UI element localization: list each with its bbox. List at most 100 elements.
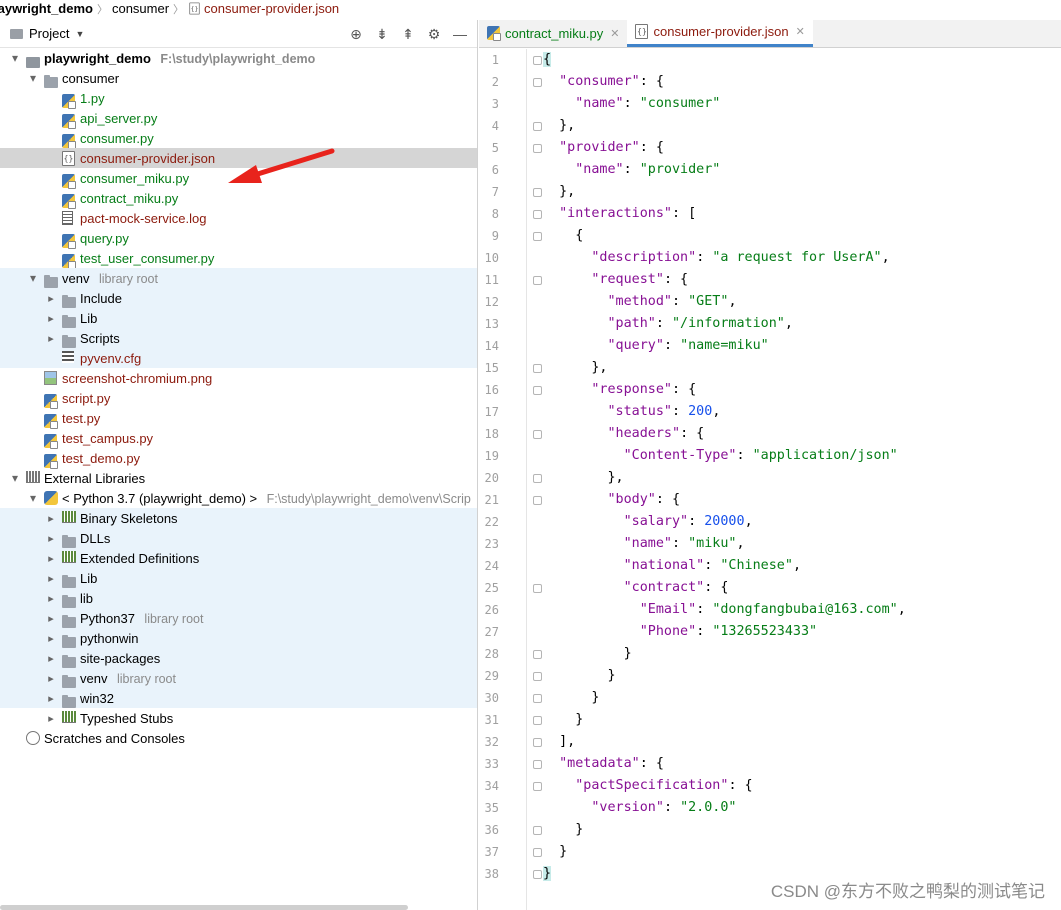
- expand-arrow-icon[interactable]: ▸: [46, 293, 56, 305]
- tree-item[interactable]: consumer.py: [0, 128, 477, 149]
- close-icon[interactable]: ✕: [610, 27, 619, 40]
- tree-item[interactable]: screenshot-chromium.png: [0, 368, 477, 388]
- close-icon[interactable]: ✕: [796, 25, 805, 38]
- tree-item[interactable]: ▸ win32: [0, 688, 477, 708]
- project-tree: ▾ playwright_demo F:\study\playwright_dem…: [0, 48, 477, 748]
- tree-item-label: External Libraries: [44, 471, 145, 486]
- scratch-icon: [26, 731, 40, 745]
- expand-arrow-icon[interactable]: ▸: [46, 613, 56, 625]
- tree-item[interactable]: ▸ site-packages: [0, 648, 477, 668]
- tree-item-name: Scripts: [80, 330, 120, 346]
- collapse-arrow-icon[interactable]: ▾: [28, 271, 38, 285]
- config-file-icon: [62, 351, 74, 363]
- tree-item[interactable]: ▾ External Libraries: [0, 468, 477, 488]
- folder-icon: [44, 274, 58, 288]
- tree-item[interactable]: api_server.py: [0, 108, 477, 129]
- expand-arrow-icon[interactable]: ▸: [46, 653, 56, 665]
- tree-item-label: venv library root: [80, 671, 176, 686]
- collapse-arrow-icon[interactable]: ▾: [28, 491, 38, 505]
- expand-arrow-icon[interactable]: ▸: [46, 553, 56, 565]
- collapse-arrow-icon[interactable]: ▾: [10, 51, 20, 65]
- code-token: },: [543, 360, 608, 375]
- expand-arrow-icon[interactable]: ▸: [46, 533, 56, 545]
- tree-item[interactable]: {} consumer-provider.json: [0, 148, 477, 168]
- expand-arrow-icon[interactable]: ▸: [46, 673, 56, 685]
- library-icon: [62, 551, 76, 563]
- tree-item[interactable]: ▸ Include: [0, 288, 477, 308]
- code-area[interactable]: { "consumer": { "name": "consumer" }, "p…: [527, 49, 1061, 910]
- folder-icon: [62, 654, 76, 668]
- tree-item[interactable]: Scratches and Consoles: [0, 728, 477, 748]
- tree-item[interactable]: ▸ lib: [0, 588, 477, 608]
- tree-item[interactable]: ▸ DLLs: [0, 528, 477, 548]
- tree-item[interactable]: script.py: [0, 388, 477, 409]
- tree-item[interactable]: ▸ Binary Skeletons: [0, 508, 477, 528]
- tree-item[interactable]: ▸ Lib: [0, 308, 477, 328]
- expand-arrow-icon[interactable]: ▸: [46, 513, 56, 525]
- tree-item-name: pact-mock-service.log: [80, 210, 207, 226]
- code-token: "national": [623, 558, 705, 573]
- hide-panel-icon[interactable]: —: [449, 24, 471, 44]
- project-view-selector[interactable]: Project ▼: [10, 26, 84, 41]
- locate-file-icon[interactable]: ⊕: [345, 24, 367, 44]
- tree-item[interactable]: pyvenv.cfg: [0, 348, 477, 368]
- tree-item[interactable]: ▾ venv library root: [0, 268, 477, 288]
- tree-item[interactable]: ▾ consumer: [0, 68, 477, 88]
- code-token: "consumer": [559, 74, 640, 89]
- project-folder-icon: [26, 56, 40, 68]
- code-token: :: [696, 624, 713, 639]
- collapse-arrow-icon[interactable]: ▾: [10, 471, 20, 485]
- tree-item[interactable]: ▾ playwright_demo F:\study\playwright_dem…: [0, 48, 477, 68]
- horizontal-scrollbar[interactable]: [0, 905, 408, 910]
- tree-item[interactable]: ▸ Scripts: [0, 328, 477, 348]
- tab-consumer-provider[interactable]: {} consumer-provider.json ✕: [627, 19, 813, 47]
- code-line: "Email": "dongfangbubai@163.com",: [543, 602, 906, 617]
- tree-item[interactable]: test_user_consumer.py: [0, 248, 477, 269]
- code-token: ,: [897, 602, 906, 617]
- tree-item[interactable]: ▾ < Python 3.7 (playwright_demo) > F:\stu…: [0, 488, 477, 508]
- tree-item[interactable]: test_demo.py: [0, 448, 477, 469]
- expand-arrow-icon[interactable]: ▸: [46, 693, 56, 705]
- tab-contract-miku[interactable]: contract_miku.py ✕: [479, 19, 627, 47]
- expand-arrow-icon[interactable]: ▸: [46, 633, 56, 645]
- tree-item[interactable]: ▸ pythonwin: [0, 628, 477, 648]
- expand-arrow-icon[interactable]: ▸: [46, 713, 56, 725]
- code-token: : {: [680, 426, 705, 441]
- code-line: }: [543, 646, 632, 661]
- tree-item[interactable]: 1.py: [0, 88, 477, 109]
- collapse-arrow-icon[interactable]: ▾: [28, 71, 38, 85]
- code-token: :: [688, 514, 705, 529]
- settings-gear-icon[interactable]: ⚙: [423, 24, 445, 44]
- tree-item[interactable]: ▸ Lib: [0, 568, 477, 588]
- tree-item[interactable]: test.py: [0, 408, 477, 429]
- breadcrumb-item-file[interactable]: {} consumer-provider.json: [188, 1, 339, 16]
- tree-item[interactable]: contract_miku.py: [0, 188, 477, 209]
- code-token: "2.0.0": [680, 800, 737, 815]
- code-token: "consumer": [639, 96, 721, 111]
- expand-arrow-icon[interactable]: ▸: [46, 313, 56, 325]
- tree-item[interactable]: ▸ Extended Definitions: [0, 548, 477, 568]
- code-line: "headers": {: [543, 426, 705, 441]
- tree-item-note: F:\study\playwright_demo\venv\Scrip: [263, 491, 471, 506]
- tree-item[interactable]: pact-mock-service.log: [0, 208, 477, 228]
- expand-arrow-icon[interactable]: ▸: [46, 573, 56, 585]
- code-token: }: [543, 690, 600, 705]
- tree-item[interactable]: ▸ Typeshed Stubs: [0, 708, 477, 728]
- breadcrumb-item-project[interactable]: laywright_demo 〉: [0, 1, 112, 17]
- tree-item[interactable]: ▸ Python37 library root: [0, 608, 477, 628]
- code-line: }: [543, 866, 552, 881]
- code-line: },: [543, 470, 623, 485]
- expand-arrow-icon[interactable]: ▸: [46, 333, 56, 345]
- line-number: 24: [484, 559, 499, 573]
- tree-item[interactable]: test_campus.py: [0, 428, 477, 449]
- expand-all-icon[interactable]: ⇟: [371, 24, 393, 44]
- collapse-all-icon[interactable]: ⇞: [397, 24, 419, 44]
- tree-item[interactable]: ▸ venv library root: [0, 668, 477, 688]
- expand-arrow-icon[interactable]: ▸: [46, 593, 56, 605]
- tree-item[interactable]: query.py: [0, 228, 477, 249]
- code-line: "interactions": [: [543, 206, 696, 221]
- breadcrumb-item-folder[interactable]: consumer 〉: [112, 1, 188, 17]
- tree-item[interactable]: consumer_miku.py: [0, 168, 477, 189]
